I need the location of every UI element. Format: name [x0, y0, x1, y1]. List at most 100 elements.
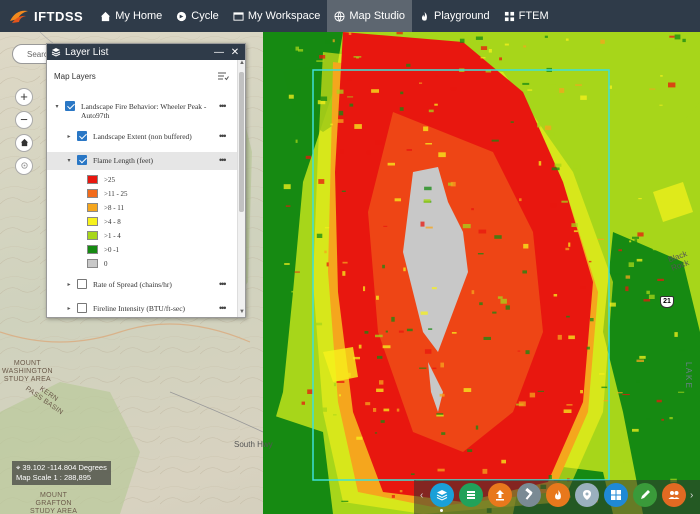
layer-list-body: Map Layers ▾ Landscape Fire Behavior: Whe…	[47, 60, 237, 317]
nav-item-my-home[interactable]: My Home	[93, 0, 169, 32]
toolbar-prev-button[interactable]: ‹	[420, 490, 423, 501]
legend-item: >0 -1	[87, 245, 119, 254]
layer-options-icon[interactable]: •••	[219, 303, 233, 313]
map-scale-text: Map Scale 1 : 288,895	[16, 473, 92, 482]
stack-icon	[467, 491, 475, 499]
legend-label: >1 - 4	[104, 231, 121, 240]
map-layers-label: Map Layers	[54, 72, 96, 81]
upload-tool-button[interactable]	[488, 483, 512, 507]
caret-right-icon[interactable]: ▸	[65, 305, 73, 312]
layer-list-scrollbar[interactable]: ▲ ▼	[237, 60, 245, 317]
highway-shield-21: 21	[660, 296, 674, 308]
coordinate-readout: ⌖ 39.102 -114.804 Degrees Map Scale 1 : …	[12, 461, 111, 485]
legend-label: >4 - 8	[104, 217, 121, 226]
hammer-tool-button[interactable]	[517, 483, 541, 507]
nav-item-label: FTEM	[518, 10, 549, 22]
pencil-icon	[641, 490, 650, 499]
pin-icon	[583, 490, 591, 500]
grid-icon	[504, 11, 514, 21]
legend-swatch	[87, 231, 98, 240]
layers-icon	[436, 490, 448, 501]
layer-options-icon[interactable]: •••	[219, 155, 233, 165]
layer-row[interactable]: ▸ Rate of Spread (chains/hr) •••	[47, 276, 237, 294]
nav-item-my-workspace[interactable]: My Workspace	[226, 0, 328, 32]
layer-label: Fireline Intensity (BTU/ft-sec)	[93, 304, 186, 313]
caret-right-icon[interactable]: ▸	[65, 133, 73, 140]
close-button[interactable]: ✕	[229, 47, 241, 58]
caret-down-icon[interactable]: ▾	[65, 157, 73, 164]
nav-item-label: My Workspace	[247, 10, 321, 22]
dashboard-icon	[611, 490, 621, 500]
locate-button[interactable]	[15, 157, 33, 175]
legend-swatch	[87, 203, 98, 212]
legend-swatch	[87, 245, 98, 254]
nav-item-label: Playground	[434, 10, 490, 22]
flame-icon	[421, 11, 427, 21]
layer-visibility-checkbox[interactable]	[77, 155, 87, 165]
legend-item: 0	[87, 259, 108, 268]
dashboard-tool-button[interactable]	[604, 483, 628, 507]
toolbar-page-dot	[440, 509, 443, 512]
layer-options-icon[interactable]: •••	[219, 101, 233, 111]
nav-item-label: My Home	[115, 10, 163, 22]
legend-label: >0 -1	[104, 245, 120, 254]
top-nav: IFTDSS My Home Cycle My Workspace Map Studi…	[0, 0, 700, 32]
map-label-mount-washington: MOUNT WASHINGTON STUDY AREA	[2, 360, 53, 383]
layers-tool-button[interactable]	[430, 483, 454, 507]
legend-swatch	[87, 259, 98, 268]
nav-item-ftem[interactable]: FTEM	[497, 0, 556, 32]
fire-tool-button[interactable]	[546, 483, 570, 507]
zoom-in-button[interactable]: +	[15, 88, 33, 106]
layer-row[interactable]: ▾ Landscape Fire Behavior: Wheeler Peak -…	[47, 98, 237, 120]
legend-label: >11 - 25	[104, 189, 128, 198]
layer-visibility-checkbox[interactable]	[77, 279, 87, 289]
layer-visibility-checkbox[interactable]	[65, 101, 75, 111]
hammer-icon	[525, 488, 533, 500]
layers-icon	[51, 48, 61, 57]
pencil-tool-button[interactable]	[633, 483, 657, 507]
layer-list-panel: Layer List — ✕ Map Layers ▾ Landscape Fir…	[46, 43, 246, 318]
map-label-lake: L A K E	[684, 362, 693, 388]
nav-item-label: Cycle	[191, 10, 219, 22]
layer-visibility-checkbox[interactable]	[77, 303, 87, 313]
layer-list-title: Layer List	[65, 46, 109, 58]
toolbar-next-button[interactable]: ›	[690, 490, 693, 501]
legend-swatch	[87, 175, 98, 184]
layer-row[interactable]: ▾ Flame Length (feet) •••	[47, 152, 237, 170]
coordinates-text: ⌖ 39.102 -114.804 Degrees	[16, 463, 107, 472]
brand[interactable]: IFTDSS	[0, 0, 93, 32]
brand-name: IFTDSS	[34, 8, 84, 24]
globe-icon	[334, 10, 345, 22]
layer-list-header[interactable]: Layer List — ✕	[47, 44, 245, 60]
legend-swatch	[87, 189, 98, 198]
layer-visibility-checkbox[interactable]	[77, 131, 87, 141]
map-label-mount-grafton: MOUNT GRAFTON STUDY AREA	[30, 492, 78, 514]
legend-item: >11 - 25	[87, 189, 128, 198]
legend-item: >4 - 8	[87, 217, 121, 226]
minimize-button[interactable]: —	[213, 47, 225, 58]
layer-label: Flame Length (feet)	[93, 156, 153, 165]
layer-label: Landscape Fire Behavior: Wheeler Peak - …	[81, 102, 207, 120]
layer-row[interactable]: ▸ Landscape Extent (non buffered) •••	[47, 128, 237, 146]
home-button[interactable]	[15, 134, 33, 152]
layer-label: Rate of Spread (chains/hr)	[93, 280, 172, 289]
workspace-icon	[233, 11, 244, 21]
caret-right-icon[interactable]: ▸	[65, 281, 73, 288]
stack-tool-button[interactable]	[459, 483, 483, 507]
nav-item-map-studio[interactable]: Map Studio	[327, 0, 413, 32]
nav-item-playground[interactable]: Playground	[412, 0, 497, 32]
nav-item-cycle[interactable]: Cycle	[169, 0, 226, 32]
layer-options-icon[interactable]: •••	[219, 279, 233, 289]
cycle-icon	[177, 11, 187, 21]
locate-icon	[20, 162, 28, 169]
zoom-out-button[interactable]: −	[15, 111, 33, 129]
filter-list-icon[interactable]	[217, 71, 229, 81]
fire-icon	[555, 490, 561, 500]
layer-row[interactable]: ▸ Fireline Intensity (BTU/ft-sec) •••	[47, 300, 237, 317]
people-tool-button[interactable]	[662, 483, 686, 507]
map-label-south-hwy: South Hwy	[234, 440, 273, 449]
layer-options-icon[interactable]: •••	[219, 131, 233, 141]
caret-down-icon[interactable]: ▾	[53, 103, 61, 110]
pin-tool-button[interactable]	[575, 483, 599, 507]
nav-item-label: Map Studio	[349, 10, 406, 22]
